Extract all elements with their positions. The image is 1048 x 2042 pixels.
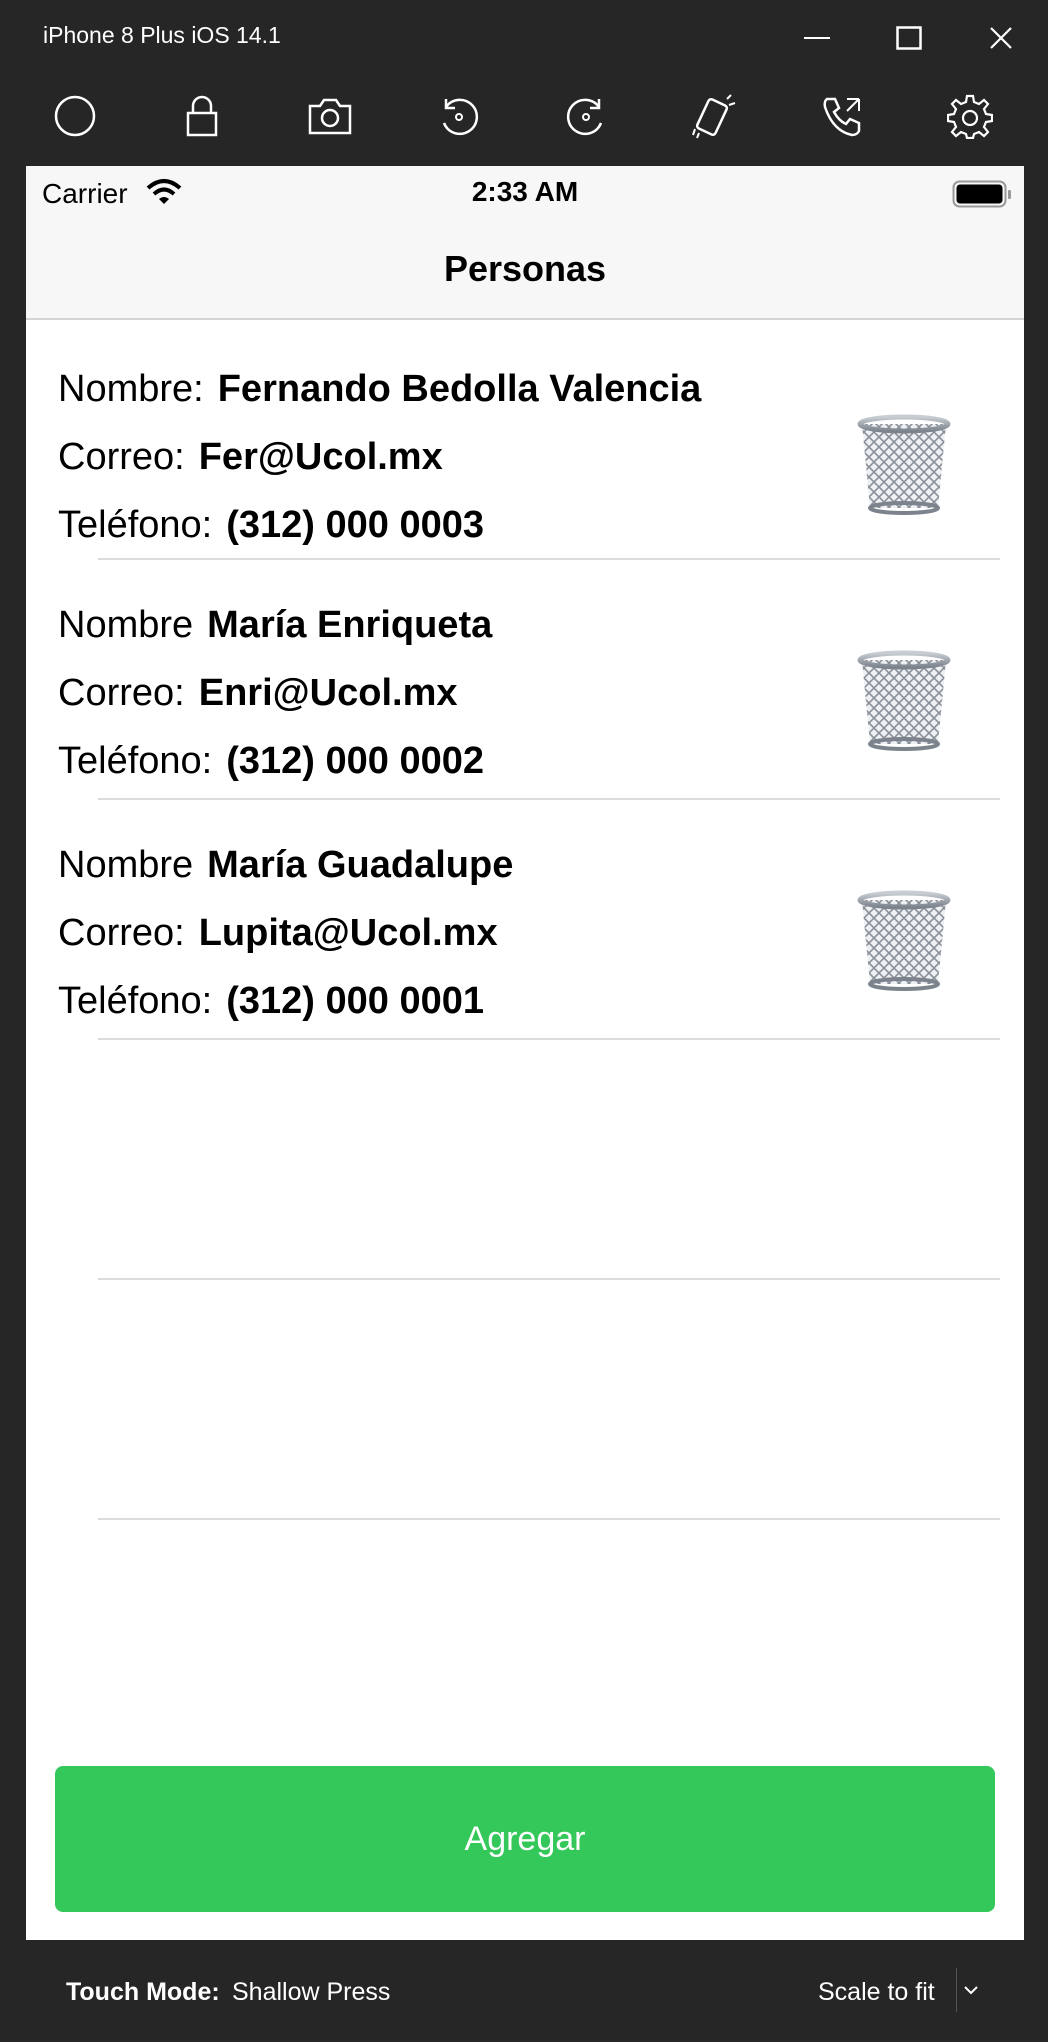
- minimize-button[interactable]: [792, 16, 842, 60]
- phone-line: Teléfono: (312) 000 0003: [58, 504, 484, 547]
- phone-label: Teléfono:: [58, 740, 213, 782]
- trash-icon: [857, 414, 951, 515]
- chevron-down-icon: [963, 1986, 978, 1995]
- touch-mode-label: Touch Mode:: [66, 1978, 220, 2006]
- trash-icon: [857, 650, 951, 751]
- camera-icon: [308, 98, 352, 135]
- rotate-right-icon: [566, 98, 603, 136]
- device-screen: Carrier 2:33 AM Personas Nombre: Fernando…: [26, 166, 1024, 1940]
- email-value: Lupita@Ucol.mx: [198, 912, 498, 954]
- name-label: Nombre: [58, 604, 194, 646]
- home-button[interactable]: [43, 84, 107, 148]
- rotate-left-icon: [442, 98, 479, 136]
- screenshot-button[interactable]: [298, 84, 362, 148]
- list-item[interactable]: Nombre María Enriqueta Correo: Enri@Ucol.m…: [26, 560, 1024, 800]
- call-icon: [823, 97, 861, 137]
- scale-select[interactable]: Scale to fit: [818, 1978, 935, 2007]
- page-title: Personas: [443, 248, 607, 289]
- phone-line: Teléfono: (312) 000 0002: [58, 740, 484, 783]
- navigation-bar: Personas: [26, 222, 1024, 320]
- name-label: Nombre: [58, 844, 194, 886]
- email-line: Correo: Lupita@Ucol.mx: [58, 912, 498, 955]
- status-time: 2:33 AM: [471, 176, 579, 207]
- delete-button[interactable]: [854, 648, 954, 752]
- window-title: iPhone 8 Plus iOS 14.1: [43, 22, 281, 48]
- name-label: Nombre:: [58, 368, 204, 410]
- email-label: Correo:: [58, 436, 185, 478]
- empty-row: [26, 1280, 1024, 1520]
- empty-row: [26, 1040, 1024, 1280]
- email-value: Enri@Ucol.mx: [198, 672, 458, 714]
- scale-dropdown-button[interactable]: [956, 1968, 984, 2012]
- name-line: Nombre María Guadalupe: [58, 844, 513, 887]
- status-bar: Carrier 2:33 AM: [26, 166, 1024, 222]
- rotate-left-button[interactable]: [427, 84, 491, 148]
- maximize-icon: [896, 26, 922, 50]
- add-button[interactable]: Agregar: [55, 1766, 995, 1912]
- phone-label: Teléfono:: [58, 504, 213, 546]
- lock-button[interactable]: [170, 84, 234, 148]
- settings-button[interactable]: [938, 84, 1002, 148]
- simulator-bottom-bar: Touch Mode: Shallow Press Scale to fit: [0, 1940, 1048, 2042]
- delete-button[interactable]: [854, 412, 954, 516]
- email-line: Correo: Enri@Ucol.mx: [58, 672, 458, 715]
- lock-icon: [186, 95, 218, 137]
- name-value: Fernando Bedolla Valencia: [217, 368, 702, 410]
- shake-icon: [692, 94, 736, 139]
- home-icon: [54, 95, 96, 137]
- shake-button[interactable]: [682, 84, 746, 148]
- name-line: Nombre: Fernando Bedolla Valencia: [58, 368, 701, 411]
- battery-icon: [952, 180, 1011, 208]
- close-icon: [990, 27, 1012, 49]
- simulator-toolbar: [0, 74, 1048, 166]
- phone-line: Teléfono: (312) 000 0001: [58, 980, 484, 1023]
- delete-button[interactable]: [854, 888, 954, 992]
- touch-mode-value[interactable]: Shallow Press: [232, 1978, 390, 2007]
- row-separator: [98, 1518, 1000, 1520]
- people-list: Nombre: Fernando Bedolla Valencia Correo:…: [26, 320, 1024, 1520]
- close-button[interactable]: [976, 16, 1026, 60]
- phone-value: (312) 000 0001: [226, 980, 484, 1022]
- call-button[interactable]: [810, 84, 874, 148]
- phone-value: (312) 000 0002: [226, 740, 484, 782]
- trash-icon: [857, 890, 951, 991]
- email-label: Correo:: [58, 672, 185, 714]
- name-line: Nombre María Enriqueta: [58, 604, 492, 647]
- rotate-right-button[interactable]: [554, 84, 618, 148]
- email-value: Fer@Ucol.mx: [198, 436, 443, 478]
- maximize-button[interactable]: [884, 16, 934, 60]
- email-line: Correo: Fer@Ucol.mx: [58, 436, 443, 479]
- email-label: Correo:: [58, 912, 185, 954]
- list-item[interactable]: Nombre María Guadalupe Correo: Lupita@Ucol…: [26, 800, 1024, 1040]
- minimize-icon: [804, 37, 830, 39]
- phone-value: (312) 000 0003: [226, 504, 484, 546]
- name-value: María Guadalupe: [207, 844, 514, 886]
- settings-icon: [947, 94, 993, 139]
- name-value: María Enriqueta: [207, 604, 493, 646]
- phone-label: Teléfono:: [58, 980, 213, 1022]
- list-item[interactable]: Nombre: Fernando Bedolla Valencia Correo:…: [26, 320, 1024, 560]
- window-titlebar: iPhone 8 Plus iOS 14.1: [0, 0, 1048, 74]
